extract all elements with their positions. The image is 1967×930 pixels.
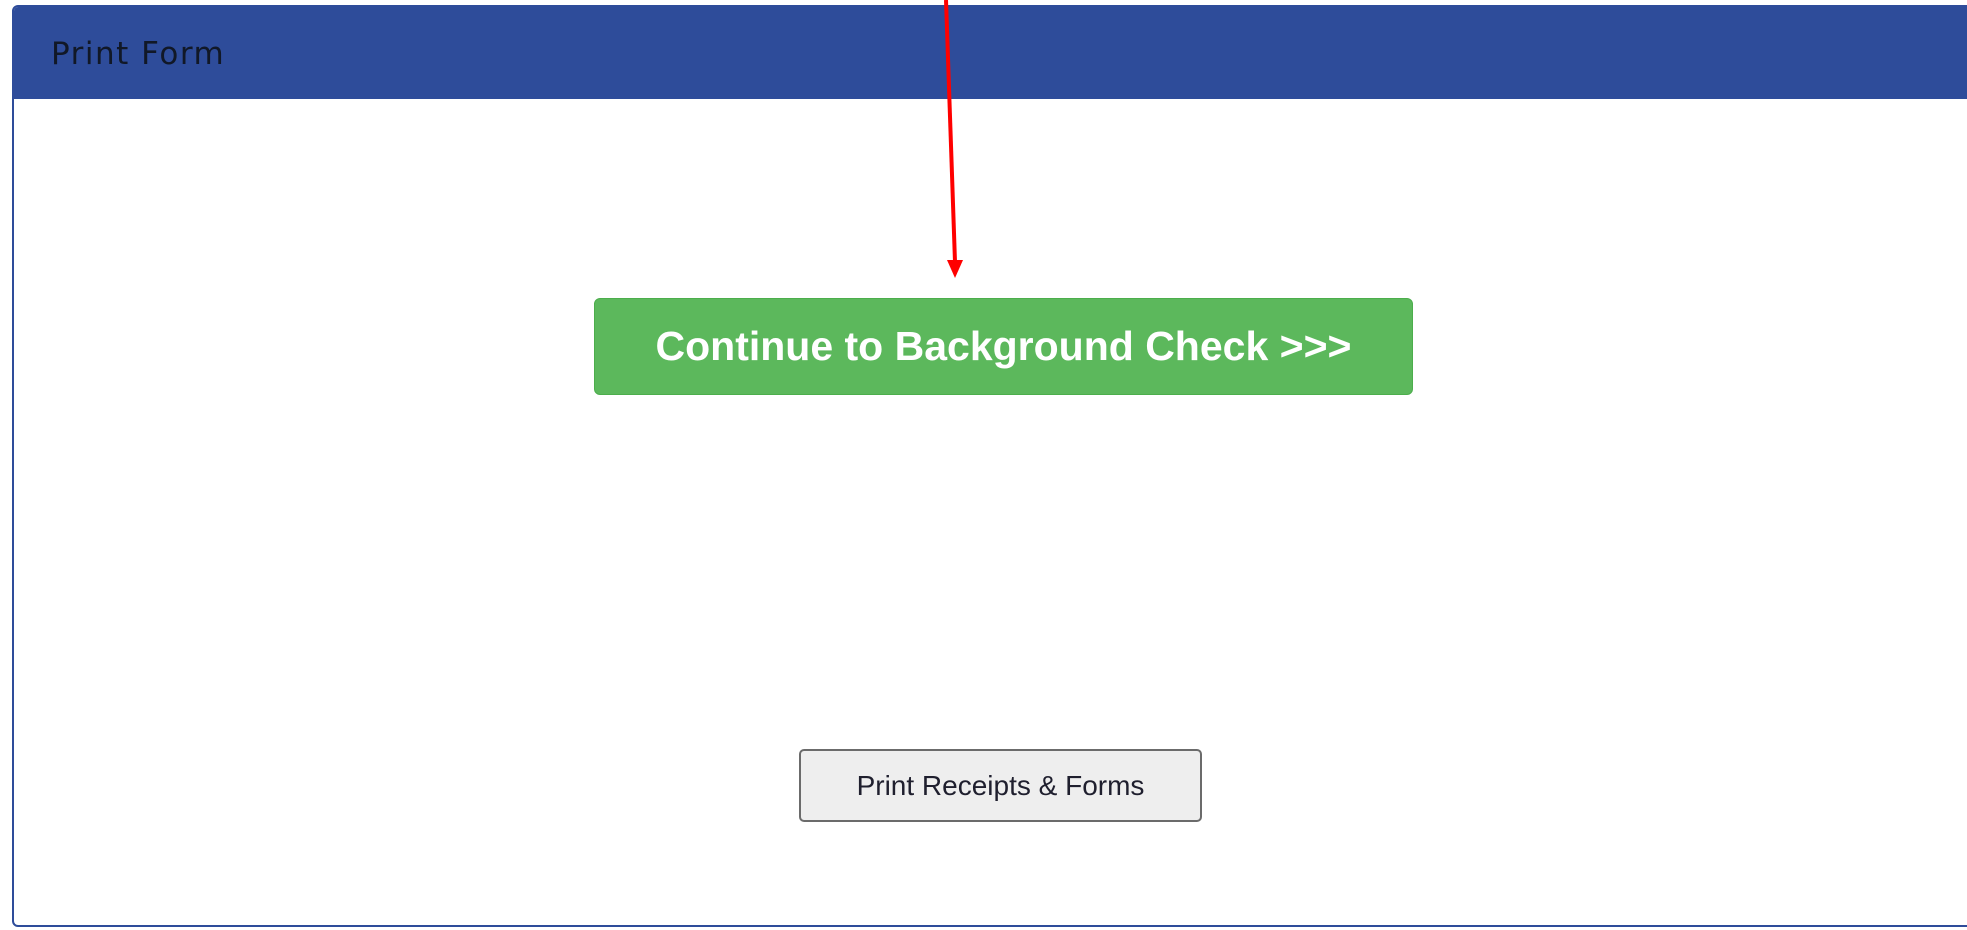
- panel-header: Print Form: [14, 7, 1967, 99]
- print-form-panel: Print Form Continue to Background Check …: [12, 5, 1967, 927]
- continue-background-check-button[interactable]: Continue to Background Check >>>: [594, 298, 1413, 395]
- print-receipts-forms-button[interactable]: Print Receipts & Forms: [799, 749, 1202, 822]
- panel-title: Print Form: [51, 36, 226, 72]
